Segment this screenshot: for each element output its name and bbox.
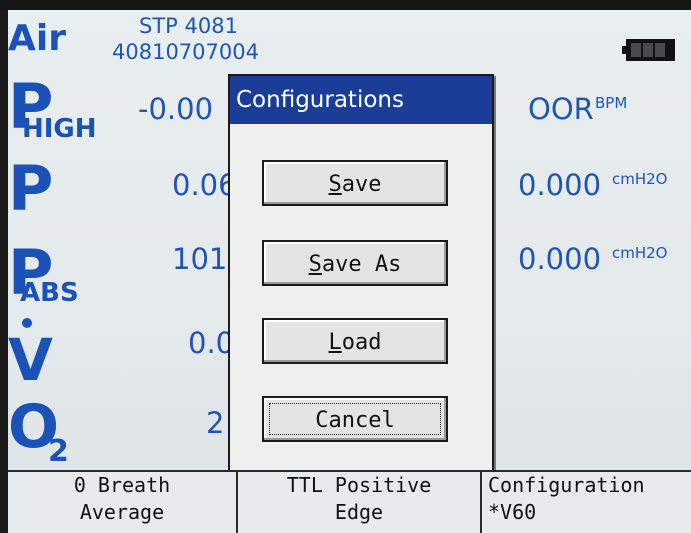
softkey-1-line-1: 0 Breath: [73, 473, 171, 497]
softkey-breath-average[interactable]: 0 Breath Average: [8, 470, 236, 533]
battery-icon: [622, 39, 675, 61]
reading-subscript-high: HIGH: [22, 114, 97, 144]
softkey-configuration[interactable]: Configuration *V60: [480, 470, 691, 533]
load-button[interactable]: Load: [262, 318, 448, 364]
softkey-3-line-2: *V60: [488, 500, 537, 524]
pressure-value-2: 0.000: [518, 242, 602, 276]
save-hotkey: S: [328, 172, 342, 197]
reading-symbol-v-dot: V: [8, 326, 53, 394]
softkey-2-line-2: Edge: [334, 500, 384, 524]
save-label: ave: [341, 172, 382, 197]
dialog-title: Configurations: [230, 76, 492, 124]
save-as-label: ave As: [321, 252, 402, 277]
save-as-hotkey: S: [308, 252, 322, 277]
reading-symbol-p: P: [8, 152, 54, 225]
softkey-ttl-edge[interactable]: TTL Positive Edge: [236, 470, 480, 533]
rate-value: OOR: [528, 92, 594, 126]
flow-dot-icon: [22, 318, 32, 328]
pressure-value-1: 0.000: [518, 168, 602, 202]
reading-subscript-abs: ABS: [20, 278, 79, 308]
softkey-bar: 0 Breath Average TTL Positive Edge Confi…: [8, 470, 691, 533]
save-as-button[interactable]: Save As: [262, 240, 448, 286]
load-label: oad: [341, 330, 382, 355]
device-screen: Air STP 4081 40810707004 P HIGH -0.00 OO…: [8, 10, 691, 533]
device-model: STP 4081: [139, 14, 238, 38]
load-hotkey: L: [328, 330, 342, 355]
cancel-label: Cancel: [315, 408, 395, 433]
softkey-1-line-2: Average: [79, 500, 165, 524]
serial-number: 40810707004: [112, 40, 259, 64]
cancel-button[interactable]: Cancel: [262, 396, 448, 442]
save-button[interactable]: Save: [262, 160, 448, 206]
configurations-dialog: Configurations Save Save As Load Cancel: [228, 74, 494, 482]
rate-unit: BPM: [595, 94, 628, 112]
gas-label: Air: [8, 18, 66, 59]
pressure-unit-1: cmH2O: [612, 170, 668, 188]
softkey-3-line-1: Configuration: [488, 473, 645, 497]
reading-subscript-2: 2: [48, 434, 69, 469]
device-bezel: [0, 0, 691, 10]
softkey-2-line-1: TTL Positive: [286, 473, 432, 497]
pressure-unit-2: cmH2O: [612, 244, 668, 262]
